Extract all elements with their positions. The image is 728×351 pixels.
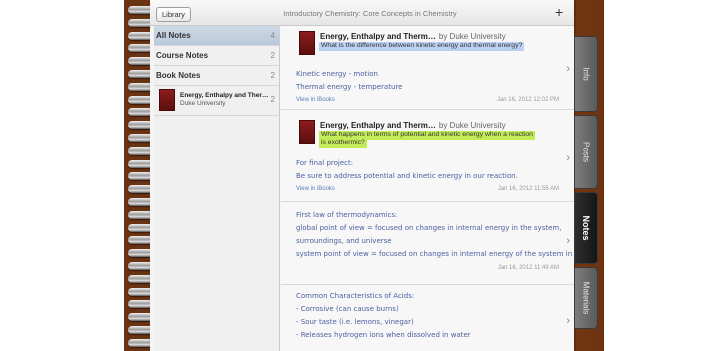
note-text: system point of view = focused on change… (296, 250, 595, 258)
add-note-icon[interactable]: + (555, 5, 563, 19)
tab-label: Posts (581, 141, 591, 163)
library-button[interactable]: Library (156, 7, 191, 22)
tab-label: Materials (581, 281, 591, 315)
chevron-right-icon[interactable]: › (566, 152, 570, 164)
sidebar-item-label: Book Notes (156, 71, 201, 80)
note-card[interactable]: Energy, Enthalpy and Therm… by Duke Unive… (281, 26, 574, 110)
book-cover-thumbnail (299, 120, 315, 144)
note-text: Thermal energy - temperature (296, 83, 403, 91)
chevron-right-icon[interactable]: › (566, 235, 570, 247)
sidebar-book-count: 2 (270, 95, 275, 104)
note-text: First law of thermodynamics: (296, 211, 398, 219)
note-book-title: Energy, Enthalpy and Therm… by Duke Unive… (320, 121, 506, 130)
tab-info[interactable]: Info (574, 36, 598, 112)
note-highlight: is exothermic? (319, 139, 367, 148)
note-card[interactable]: First law of thermodynamics: global poin… (281, 202, 595, 285)
note-text: - Releases hydrogen ions when dissolved … (296, 331, 471, 339)
tab-label: Notes (581, 215, 591, 241)
sidebar-book-title: Energy, Enthalpy and Ther… (180, 92, 269, 99)
note-date: Jan 16, 2012 11:55 AM (497, 186, 559, 192)
note-card[interactable]: Common Characteristics of Acids: - Corro… (281, 285, 574, 351)
note-date: Jan 16, 2012 12:02 PM (496, 97, 559, 103)
view-in-ibooks-link[interactable]: View in iBooks (296, 97, 335, 103)
note-text: - Corrosive (can cause burns) (296, 305, 399, 313)
tab-posts[interactable]: Posts (574, 115, 598, 189)
sidebar-item-course-notes[interactable]: Course Notes 2 (154, 46, 280, 66)
note-text: global point of view = focused on change… (296, 224, 562, 232)
note-text: surroundings, and universe (296, 237, 392, 245)
note-text: For final project: (296, 159, 354, 167)
book-cover-thumbnail (159, 89, 175, 111)
tab-label: Info (581, 67, 591, 81)
note-book-author: by Duke University (438, 121, 506, 130)
note-card[interactable]: Energy, Enthalpy and Therm… by Duke Unive… (281, 110, 574, 202)
sidebar-item-all-notes[interactable]: All Notes 4 (154, 26, 280, 46)
chevron-right-icon[interactable]: › (566, 63, 570, 75)
sidebar-book-item[interactable]: Energy, Enthalpy and Ther… Duke Universi… (154, 86, 280, 116)
note-text: Be sure to address potential and kinetic… (296, 172, 518, 180)
note-book-title: Energy, Enthalpy and Therm… by Duke Unive… (320, 32, 506, 41)
tab-materials[interactable]: Materials (574, 267, 598, 329)
note-text: - Sour taste (i.e. lemons, vinegar) (296, 318, 414, 326)
note-text: Kinetic energy - motion (296, 70, 378, 78)
book-cover-thumbnail (299, 31, 315, 55)
sidebar-item-count: 2 (270, 71, 275, 80)
chevron-right-icon[interactable]: › (566, 315, 570, 327)
note-date: Jan 16, 2012 11:49 AM (497, 265, 559, 271)
notes-list: Energy, Enthalpy and Therm… by Duke Unive… (281, 26, 595, 351)
view-in-ibooks-link[interactable]: View in iBooks (296, 186, 335, 192)
sidebar-item-book-notes[interactable]: Book Notes 2 (154, 66, 280, 86)
book-title: Introductory Chemistry: Core Concepts in… (283, 9, 457, 18)
note-book-author: by Duke University (438, 32, 506, 41)
sidebar-book-author: Duke University (180, 100, 226, 107)
sidebar-item-label: Course Notes (156, 51, 209, 60)
sidebar: All Notes 4 Course Notes 2 Book Notes 2 … (154, 26, 280, 351)
note-text: Common Characteristics of Acids: (296, 292, 415, 300)
sidebar-item-count: 4 (270, 31, 275, 40)
sidebar-item-label: All Notes (156, 31, 191, 40)
tab-notes[interactable]: Notes (574, 192, 598, 264)
sidebar-item-count: 2 (270, 51, 275, 60)
note-highlight: What is the difference between kinetic e… (319, 42, 525, 51)
